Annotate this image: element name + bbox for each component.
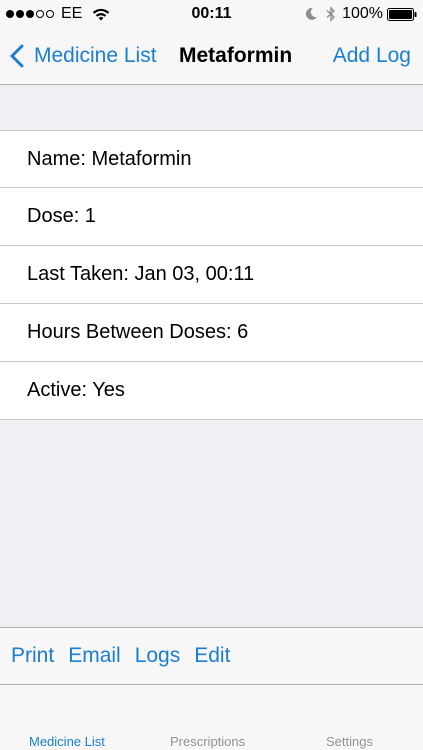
bottom-toolbar: Print Email Logs Edit	[0, 627, 423, 685]
edit-button[interactable]: Edit	[194, 644, 230, 668]
tab-prescriptions[interactable]: Prescriptions	[170, 734, 245, 749]
status-right: 100%	[304, 4, 417, 24]
detail-row-hours-between-doses: Hours Between Doses: 6	[0, 303, 423, 361]
moon-icon	[305, 7, 318, 20]
back-button[interactable]: Medicine List	[10, 28, 157, 84]
medicine-details-table: Name: Metaformin Dose: 1 Last Taken: Jan…	[0, 130, 423, 420]
chevron-left-icon	[10, 44, 24, 68]
print-button[interactable]: Print	[11, 644, 54, 668]
email-button[interactable]: Email	[68, 644, 121, 668]
page-title: Metaformin	[179, 44, 293, 67]
detail-row-name: Name: Metaformin	[27, 147, 192, 170]
medicine-detail-screen: EE 00:11 100% Medicine List Metaformin A…	[0, 0, 423, 750]
tab-bar: Medicine List Prescriptions Settings	[0, 685, 423, 750]
battery-percent: 100%	[342, 5, 383, 22]
add-log-button[interactable]: Add Log	[333, 28, 411, 84]
tab-medicine-list[interactable]: Medicine List	[29, 734, 105, 749]
status-bar: EE 00:11 100%	[0, 0, 423, 28]
battery-icon	[387, 7, 417, 21]
navigation-bar: Medicine List Metaformin Add Log	[0, 28, 423, 85]
detail-row-last-taken: Last Taken: Jan 03, 00:11	[0, 245, 423, 303]
logs-button[interactable]: Logs	[135, 644, 181, 668]
bluetooth-icon	[326, 6, 336, 22]
tab-settings[interactable]: Settings	[326, 734, 373, 749]
detail-row-active: Active: Yes	[0, 361, 423, 419]
detail-row-dose: Dose: 1	[0, 187, 423, 245]
back-button-label: Medicine List	[34, 44, 157, 67]
